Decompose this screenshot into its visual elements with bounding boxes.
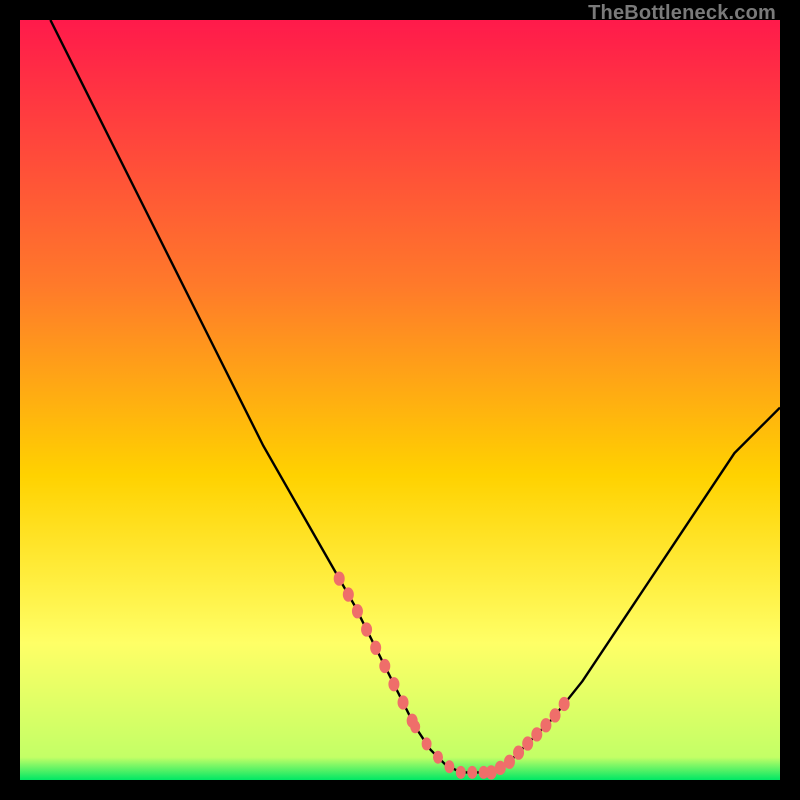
marker-dot: [444, 760, 454, 773]
marker-dot: [467, 766, 477, 779]
marker-dot: [422, 737, 432, 750]
marker-dot: [370, 641, 381, 655]
marker-dot: [398, 695, 409, 709]
watermark-text: TheBottleneck.com: [588, 2, 776, 25]
marker-dot: [559, 697, 570, 711]
marker-dot: [540, 718, 551, 732]
marker-dot: [388, 677, 399, 691]
gradient-background: [20, 20, 780, 780]
chart-frame: [20, 20, 780, 780]
marker-dot: [550, 708, 561, 722]
marker-dot: [410, 720, 420, 733]
marker-dot: [361, 622, 372, 636]
marker-dot: [379, 659, 390, 673]
marker-dot: [433, 751, 443, 764]
marker-dot: [513, 745, 524, 759]
marker-dot: [531, 727, 542, 741]
marker-dot: [456, 766, 466, 779]
marker-dot: [504, 755, 515, 769]
bottleneck-plot: [20, 20, 780, 780]
marker-dot: [334, 571, 345, 585]
marker-dot: [343, 587, 354, 601]
marker-dot: [522, 736, 533, 750]
marker-dot: [352, 604, 363, 618]
